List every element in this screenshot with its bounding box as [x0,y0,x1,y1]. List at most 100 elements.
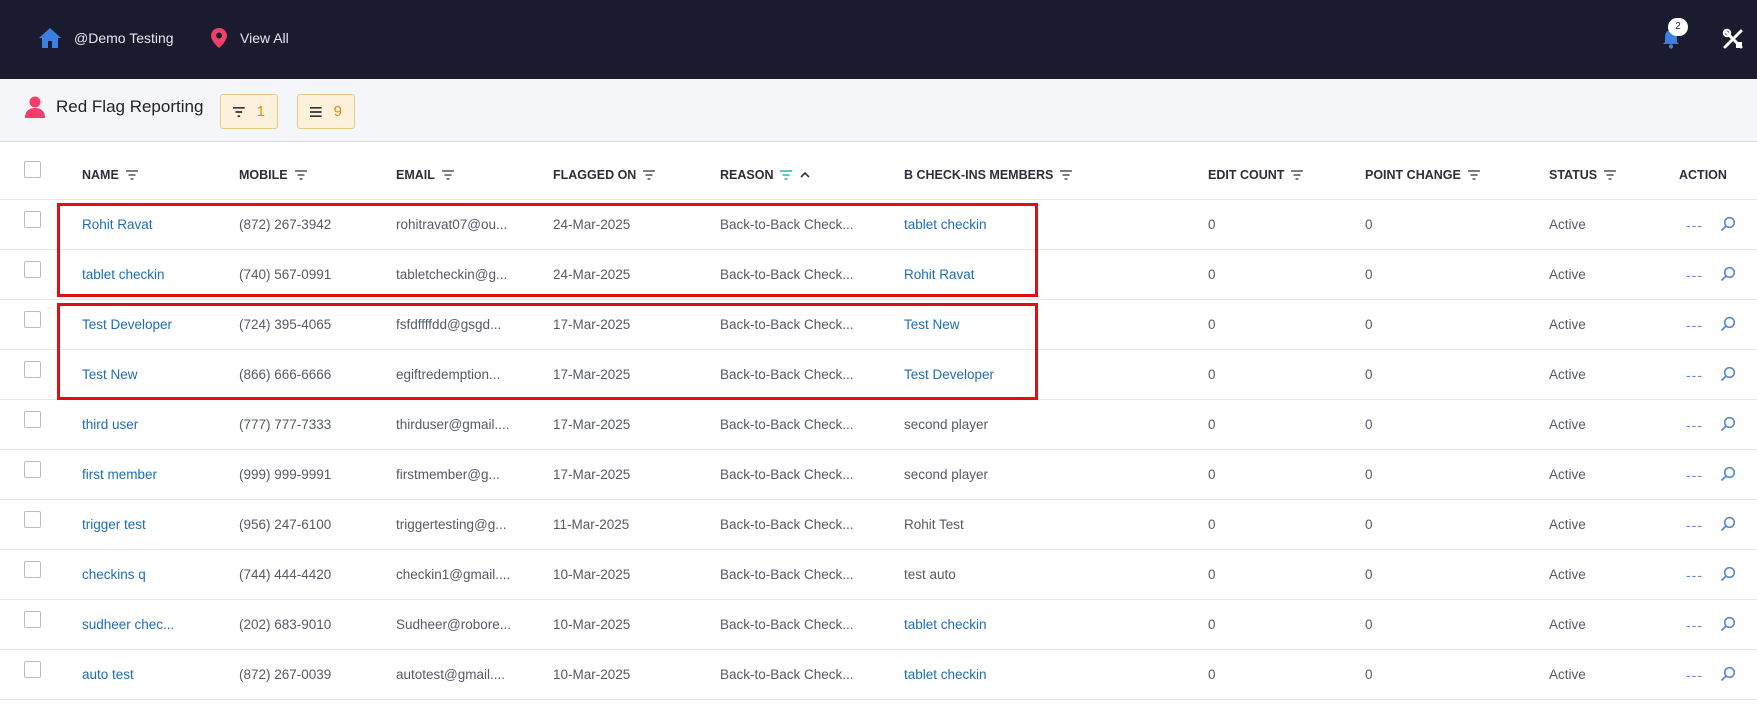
more-actions-button[interactable]: --- [1686,250,1703,300]
row-checkbox[interactable] [24,611,41,628]
view-details-icon[interactable] [1720,516,1736,532]
cell-member[interactable]: tablet checkin [904,650,1104,700]
cell-edit-count: 0 [1208,267,1216,282]
view-details-icon[interactable] [1720,366,1736,382]
cell-flagged-on: 11-Mar-2025 [553,517,630,532]
filter-icon [441,170,454,180]
cell-mobile: (744) 444-4420 [239,567,332,582]
cell-flagged-on: 10-Mar-2025 [553,617,631,632]
view-details-icon[interactable] [1720,416,1736,432]
row-checkbox[interactable] [24,211,41,228]
more-actions-button[interactable]: --- [1686,550,1703,600]
table-header-row: NAME MOBILE EMAIL FLAGGED ON REASON B CH… [0,150,1757,200]
cell-edit-count: 0 [1208,367,1216,382]
column-header-edit-count[interactable]: EDIT COUNT [1208,150,1304,200]
cell-name[interactable]: third user [82,400,212,450]
menu-icon [310,106,322,117]
column-header-point-change[interactable]: POINT CHANGE [1365,150,1480,200]
view-details-icon[interactable] [1720,316,1736,332]
column-header-name[interactable]: NAME [82,150,138,200]
cell-edit-count: 0 [1208,667,1216,682]
view-details-icon[interactable] [1720,216,1736,232]
cell-member[interactable]: Test New [904,300,1104,350]
row-checkbox[interactable] [24,561,41,578]
more-actions-button[interactable]: --- [1686,500,1703,550]
select-all-checkbox[interactable] [24,161,41,178]
cell-member[interactable]: tablet checkin [904,600,1104,650]
row-checkbox[interactable] [24,261,41,278]
filter-icon [125,170,138,180]
cell-mobile: (724) 395-4065 [239,317,332,332]
more-actions-button[interactable]: --- [1686,650,1703,700]
cell-email: rohitravat07@ou... [396,217,508,232]
table-row: sudheer chec... (202) 683-9010 Sudheer@rob… [0,600,1757,650]
cell-name[interactable]: first member [82,450,212,500]
cell-name[interactable]: Test Developer [82,300,212,350]
cell-name[interactable]: auto test [82,650,212,700]
cell-name[interactable]: Test New [82,350,212,400]
row-checkbox[interactable] [24,411,41,428]
cell-edit-count: 0 [1208,217,1216,232]
cell-name[interactable]: sudheer chec... [82,600,212,650]
user-icon [25,96,45,118]
cell-flagged-on: 10-Mar-2025 [553,567,631,582]
cell-mobile: (872) 267-0039 [239,667,332,682]
cell-member[interactable]: Rohit Ravat [904,250,1104,300]
column-header-email[interactable]: EMAIL [396,150,454,200]
cell-member[interactable]: tablet checkin [904,200,1104,250]
table-row: auto test (872) 267-0039 autotest@gmail...… [0,650,1757,700]
column-header-reason[interactable]: REASON [720,150,811,200]
column-header-status[interactable]: STATUS [1549,150,1617,200]
more-actions-button[interactable]: --- [1686,300,1703,350]
cell-status: Active [1549,417,1586,432]
cell-status: Active [1549,617,1586,632]
cell-email: tabletcheckin@g... [396,267,508,282]
cell-reason: Back-to-Back Check... [720,567,854,582]
cell-email: triggertesting@g... [396,517,507,532]
row-checkbox[interactable] [24,661,41,678]
column-header-members[interactable]: B CHECK-INS MEMBERS [904,150,1073,200]
cell-reason: Back-to-Back Check... [720,417,854,432]
more-actions-button[interactable]: --- [1686,600,1703,650]
home-nav-link[interactable]: @Demo Testing [38,27,174,49]
column-header-flagged-on[interactable]: FLAGGED ON [553,150,656,200]
column-header-mobile[interactable]: MOBILE [239,150,307,200]
cell-email: Sudheer@robore... [396,617,512,632]
row-checkbox[interactable] [24,311,41,328]
view-details-icon[interactable] [1720,666,1736,682]
cell-reason: Back-to-Back Check... [720,217,854,232]
cell-email: fsfdffffdd@gsgd... [396,317,502,332]
cell-member[interactable]: Test Developer [904,350,1104,400]
cell-email: thirduser@gmail.... [396,417,510,432]
cell-status: Active [1549,567,1586,582]
view-details-icon[interactable] [1720,616,1736,632]
list-count-button[interactable]: 9 [297,94,355,129]
cell-name[interactable]: checkins q [82,550,212,600]
row-checkbox[interactable] [24,361,41,378]
cell-edit-count: 0 [1208,617,1216,632]
more-actions-button[interactable]: --- [1686,200,1703,250]
org-label: @Demo Testing [74,30,174,46]
cell-name[interactable]: tablet checkin [82,250,212,300]
cell-reason: Back-to-Back Check... [720,317,854,332]
view-details-icon[interactable] [1720,466,1736,482]
cell-name[interactable]: Rohit Ravat [82,200,212,250]
more-actions-button[interactable]: --- [1686,450,1703,500]
tools-icon[interactable] [1722,28,1744,50]
filter-icon [1604,170,1617,180]
cell-email: egiftredemption... [396,367,501,382]
row-checkbox[interactable] [24,511,41,528]
cell-reason: Back-to-Back Check... [720,667,854,682]
more-actions-button[interactable]: --- [1686,350,1703,400]
filter-count-button[interactable]: 1 [220,94,278,129]
cell-reason: Back-to-Back Check... [720,517,854,532]
cell-name[interactable]: trigger test [82,500,212,550]
location-pin-icon [211,28,227,48]
more-actions-button[interactable]: --- [1686,400,1703,450]
table-row: tablet checkin (740) 567-0991 tabletchecki… [0,250,1757,300]
cell-point-change: 0 [1365,267,1373,282]
view-details-icon[interactable] [1720,266,1736,282]
view-details-icon[interactable] [1720,566,1736,582]
row-checkbox[interactable] [24,461,41,478]
view-all-link[interactable]: View All [210,27,289,49]
